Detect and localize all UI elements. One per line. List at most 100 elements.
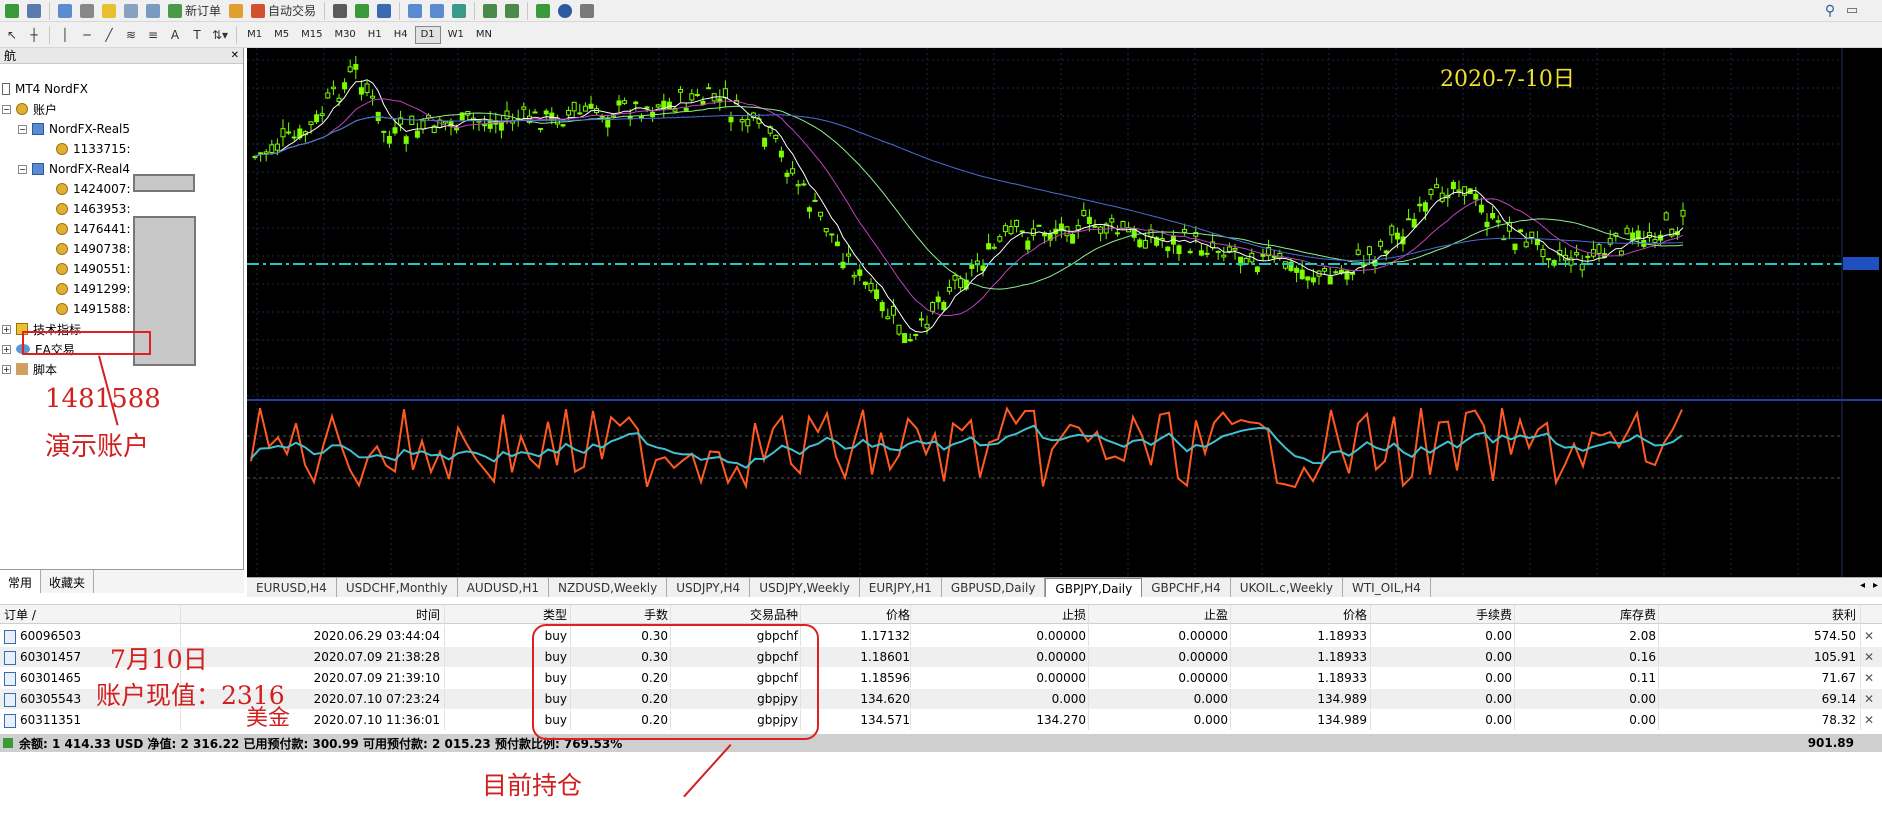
account-coin-icon	[56, 283, 68, 295]
autoscroll-button[interactable]	[502, 1, 522, 21]
chart-tab[interactable]: USDCHF,Monthly	[337, 578, 458, 597]
cursor-button[interactable]: ↖	[2, 25, 22, 45]
cell: 0.00	[1372, 647, 1512, 667]
server-node-real4[interactable]: − NordFX-Real4	[18, 160, 130, 178]
arrows-button[interactable]: ⇅▾	[209, 25, 231, 45]
chart-tab[interactable]: GBPUSD,Daily	[942, 578, 1046, 597]
header-cell: 时间	[185, 605, 440, 625]
timeframe-m5[interactable]: M5	[269, 26, 294, 44]
zoom-out-button[interactable]	[427, 1, 447, 21]
timeframe-d1[interactable]: D1	[414, 25, 441, 44]
account-item[interactable]: 1491299:	[56, 280, 131, 298]
terminal-button[interactable]	[121, 1, 141, 21]
timeframe-m1[interactable]: M1	[242, 26, 267, 44]
candle-chart-button[interactable]	[352, 1, 372, 21]
server-node-real5[interactable]: − NordFX-Real5	[18, 120, 130, 138]
close-order-icon[interactable]: ✕	[1864, 710, 1874, 730]
zoom-in-button[interactable]	[405, 1, 425, 21]
account-coin-icon	[56, 303, 68, 315]
timeframe-h4[interactable]: H4	[389, 26, 413, 44]
close-icon[interactable]: ✕	[231, 50, 239, 61]
tab-favorites[interactable]: 收藏夹	[41, 570, 95, 593]
collapse-icon[interactable]: −	[2, 104, 11, 114]
timeframe-m15[interactable]: M15	[296, 26, 327, 44]
collapse-icon[interactable]: −	[18, 164, 27, 174]
tab-common[interactable]: 常用	[0, 570, 42, 593]
crosshair-button[interactable]: ┼	[24, 25, 44, 45]
timeframe-w1[interactable]: W1	[443, 26, 469, 44]
account-item[interactable]: 1424007:	[56, 180, 131, 198]
timeframe-mn[interactable]: MN	[471, 26, 497, 44]
timeframe-h1[interactable]: H1	[363, 26, 387, 44]
positions-highlight-box	[532, 624, 819, 740]
new-order-button[interactable]: 新订单	[165, 1, 224, 21]
collapse-icon[interactable]: −	[18, 124, 27, 134]
account-item[interactable]: 1490551:	[56, 260, 131, 278]
close-order-icon[interactable]: ✕	[1864, 668, 1874, 688]
new-chart-button[interactable]	[2, 1, 22, 21]
account-item[interactable]: 1463953:	[56, 200, 131, 218]
account-item[interactable]: 1133715:	[56, 140, 131, 158]
chart-tab[interactable]: NZDUSD,Weekly	[549, 578, 668, 597]
close-order-icon[interactable]: ✕	[1864, 626, 1874, 646]
data-window-button[interactable]	[77, 1, 97, 21]
periods-button[interactable]	[555, 1, 575, 21]
table-header[interactable]: 订单 / 时间 类型 手数 交易品种 价格 止损 止盈 价格 手续费 库存费 获利	[0, 604, 1882, 625]
accounts-node[interactable]: − 账户	[2, 100, 57, 118]
navigator-button[interactable]	[99, 1, 119, 21]
search-button[interactable]: ⚲	[1820, 1, 1840, 21]
table-cell: 574.50	[1814, 629, 1856, 643]
price-chart[interactable]: 2020-7-10日	[247, 48, 1882, 577]
close-order-icon[interactable]: ✕	[1864, 647, 1874, 667]
chart-window[interactable]: 2020-7-10日	[247, 48, 1882, 577]
chart-tab[interactable]: EURJPY,H1	[860, 578, 942, 597]
oscillator-fast-line	[250, 406, 1683, 490]
column-divider	[1658, 710, 1659, 730]
account-item[interactable]: 1490738:	[56, 240, 131, 258]
close-order-icon[interactable]: ✕	[1864, 689, 1874, 709]
indicators-button[interactable]	[533, 1, 553, 21]
market-watch-button[interactable]	[55, 1, 75, 21]
cell: 0.00000	[1090, 647, 1228, 667]
trendline-button[interactable]: ╱	[99, 25, 119, 45]
chart-tab[interactable]: WTI_OIL,H4	[1343, 578, 1431, 597]
tester-button[interactable]	[143, 1, 163, 21]
candle-body	[1254, 266, 1260, 273]
table-row[interactable]: 60301457 2020.07.09 21:38:28 buy 0.30 gbpchf…	[0, 647, 1882, 667]
chart-tab[interactable]: USDJPY,H4	[667, 578, 751, 597]
bar-chart-button[interactable]	[330, 1, 350, 21]
candle-body	[280, 128, 286, 138]
metaeditor-button[interactable]	[226, 1, 246, 21]
scroll-right-icon[interactable]: ▸	[1869, 578, 1882, 597]
expand-icon[interactable]: +	[2, 364, 11, 374]
label-button[interactable]: T	[187, 25, 207, 45]
chart-tab[interactable]: USDJPY,Weekly	[750, 578, 860, 597]
scripts-node[interactable]: + 脚本	[2, 360, 57, 378]
vertical-line-button[interactable]: │	[55, 25, 75, 45]
horizontal-line-button[interactable]: ─	[77, 25, 97, 45]
scroll-left-icon[interactable]: ◂	[1856, 578, 1869, 597]
timeframe-m30[interactable]: M30	[329, 26, 360, 44]
fibonacci-button[interactable]: ≡	[143, 25, 163, 45]
line-chart-button[interactable]	[374, 1, 394, 21]
chart-shift-button[interactable]	[480, 1, 500, 21]
cell: 2020.07.09 21:38:28	[185, 647, 440, 667]
expand-icon[interactable]: +	[2, 344, 11, 354]
auto-trade-button[interactable]: 自动交易	[248, 1, 319, 21]
text-button[interactable]: A	[165, 25, 185, 45]
profiles-button[interactable]	[24, 1, 44, 21]
account-item[interactable]: 1476441:	[56, 220, 131, 238]
chat-button[interactable]: ▭	[1842, 1, 1862, 21]
expand-icon[interactable]: +	[2, 324, 11, 334]
table-row[interactable]: 60096503 2020.06.29 03:44:04 buy 0.30 gbpchf…	[0, 626, 1882, 646]
chart-tab[interactable]: UKOIL.c,Weekly	[1231, 578, 1343, 597]
tree-root[interactable]: MT4 NordFX	[2, 80, 88, 98]
chart-tab[interactable]: GBPCHF,H4	[1142, 578, 1231, 597]
templates-button[interactable]	[577, 1, 597, 21]
account-item[interactable]: 1491588:	[56, 300, 131, 318]
chart-tab-active[interactable]: GBPJPY,Daily	[1045, 578, 1143, 597]
tile-windows-button[interactable]	[449, 1, 469, 21]
chart-tab[interactable]: AUDUSD,H1	[458, 578, 549, 597]
chart-tab[interactable]: EURUSD,H4	[247, 578, 337, 597]
channel-button[interactable]: ≋	[121, 25, 141, 45]
